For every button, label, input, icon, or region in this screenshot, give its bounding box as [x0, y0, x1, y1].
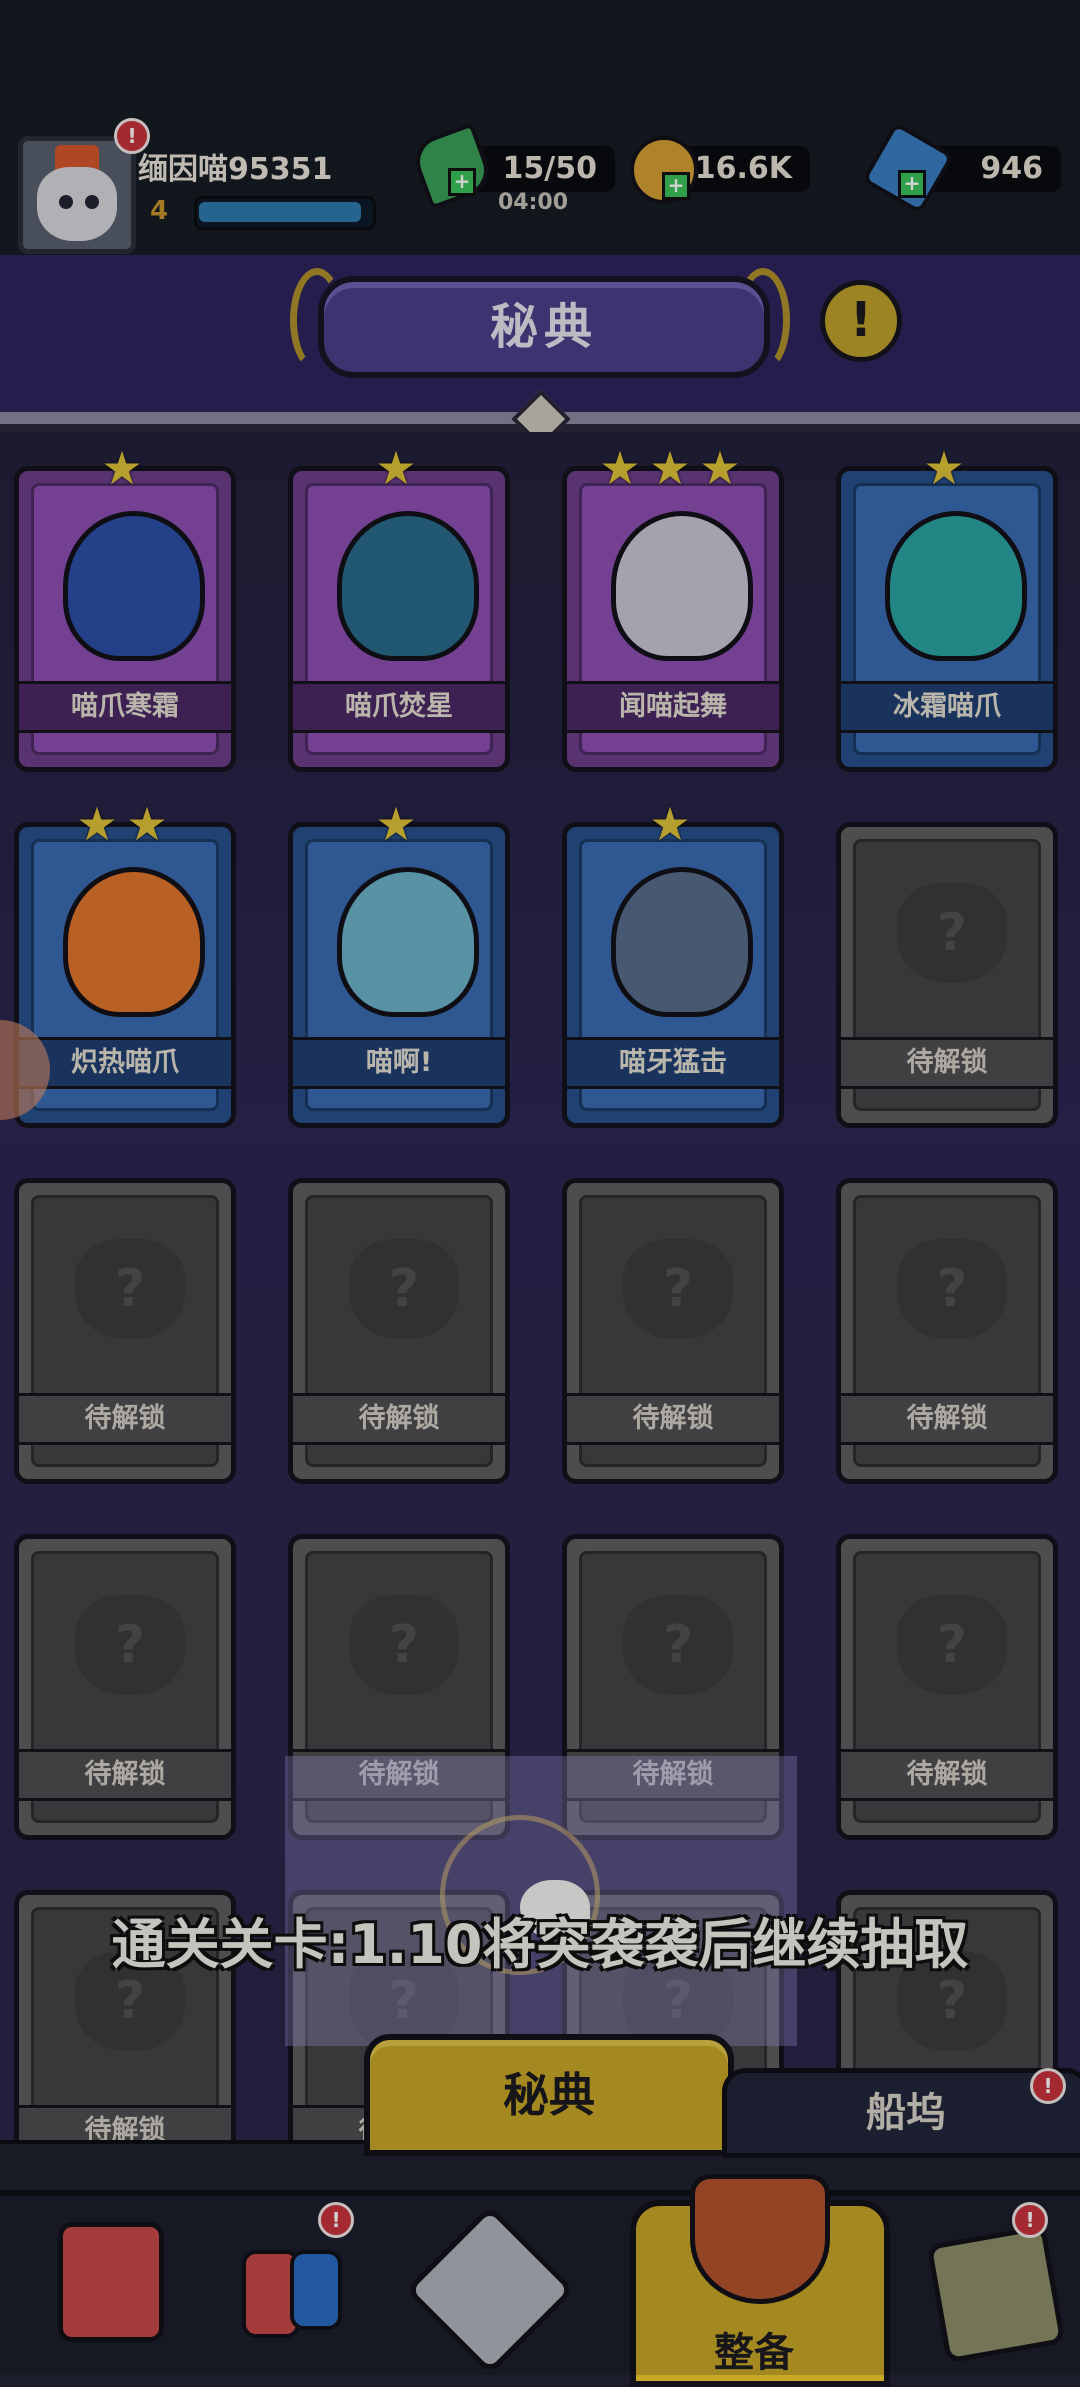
skill-card[interactable]: 喵啊!: [288, 822, 510, 1128]
skill-card[interactable]: 喵牙猛击: [562, 822, 784, 1128]
card-label: 待解锁: [841, 1749, 1053, 1801]
star-icon: ★: [923, 441, 965, 495]
locked-cat-icon: ?: [623, 1239, 733, 1339]
card-art-icon: [611, 511, 753, 661]
nav-battle[interactable]: [405, 2205, 575, 2375]
star-icon: ★: [375, 441, 417, 495]
tab-dock[interactable]: 船坞: [722, 2068, 1080, 2158]
skill-card[interactable]: 闻喵起舞: [562, 466, 784, 772]
card-art-icon: [63, 511, 205, 661]
locked-cat-icon: ?: [897, 1239, 1007, 1339]
card-label: 喵爪焚星: [293, 681, 505, 733]
locked-card[interactable]: ? 待解锁: [14, 1178, 236, 1484]
star-icon: ★: [699, 441, 741, 495]
map-alert-icon: !: [1012, 2202, 1048, 2238]
star-icon: ★: [101, 441, 143, 495]
star-icon: ★: [649, 441, 691, 495]
card-label: 待解锁: [19, 1749, 231, 1801]
nav-prepare[interactable]: [680, 2150, 830, 2304]
skill-card[interactable]: 冰霜喵爪: [836, 466, 1058, 772]
card-label: 待解锁: [293, 1393, 505, 1445]
locked-cat-icon: ?: [349, 1239, 459, 1339]
locked-card[interactable]: ? 待解锁: [836, 822, 1058, 1128]
star-icon: ★: [375, 797, 417, 851]
locked-cat-icon: ?: [897, 883, 1007, 983]
card-label: 待解锁: [841, 1037, 1053, 1089]
map-scroll-icon: [926, 2224, 1066, 2364]
locked-cat-icon: ?: [75, 1595, 185, 1695]
card-art-icon: [63, 867, 205, 1017]
dock-alert-icon: !: [1030, 2068, 1066, 2104]
locked-card[interactable]: ? 待解锁: [836, 1178, 1058, 1484]
locked-card[interactable]: ? 待解锁: [836, 1534, 1058, 1840]
tutorial-hint: 通关关卡:1.10将突袭袭后继续抽取: [111, 1913, 969, 1976]
card-art-icon: [337, 867, 479, 1017]
locked-cat-icon: ?: [75, 1239, 185, 1339]
star-icon: ★: [126, 797, 168, 851]
locked-card[interactable]: ? 待解锁: [288, 1178, 510, 1484]
ship-icon: [690, 2174, 830, 2304]
team-cat-blue-icon: [290, 2250, 342, 2330]
card-label: 喵牙猛击: [567, 1037, 779, 1089]
card-label: 待解锁: [19, 1393, 231, 1445]
locked-card[interactable]: ? 待解锁: [562, 1178, 784, 1484]
locked-cat-icon: ?: [623, 1595, 733, 1695]
team-alert-icon: !: [318, 2202, 354, 2238]
card-label: 闻喵起舞: [567, 681, 779, 733]
nav-prepare-label: 整备: [714, 2330, 794, 2376]
shop-house-icon: [58, 2222, 164, 2342]
card-art-icon: [885, 511, 1027, 661]
locked-cat-icon: ?: [349, 1595, 459, 1695]
locked-card[interactable]: ? 待解锁: [14, 1534, 236, 1840]
tab-codex[interactable]: 秘典: [364, 2034, 734, 2156]
card-label: 炽热喵爪: [19, 1037, 231, 1089]
star-icon: ★: [599, 441, 641, 495]
skill-card[interactable]: 喵爪寒霜: [14, 466, 236, 772]
battle-swords-icon: [405, 2205, 575, 2375]
card-label: 喵爪寒霜: [19, 681, 231, 733]
card-art-icon: [337, 511, 479, 661]
card-label: 待解锁: [841, 1393, 1053, 1445]
card-label: 待解锁: [567, 1393, 779, 1445]
card-label: 喵啊!: [293, 1037, 505, 1089]
nav-shop[interactable]: [28, 2210, 178, 2360]
skill-card[interactable]: 喵爪焚星: [288, 466, 510, 772]
card-art-icon: [611, 867, 753, 1017]
locked-cat-icon: ?: [897, 1595, 1007, 1695]
card-label: 冰霜喵爪: [841, 681, 1053, 733]
star-icon: ★: [76, 797, 118, 851]
star-icon: ★: [649, 797, 691, 851]
